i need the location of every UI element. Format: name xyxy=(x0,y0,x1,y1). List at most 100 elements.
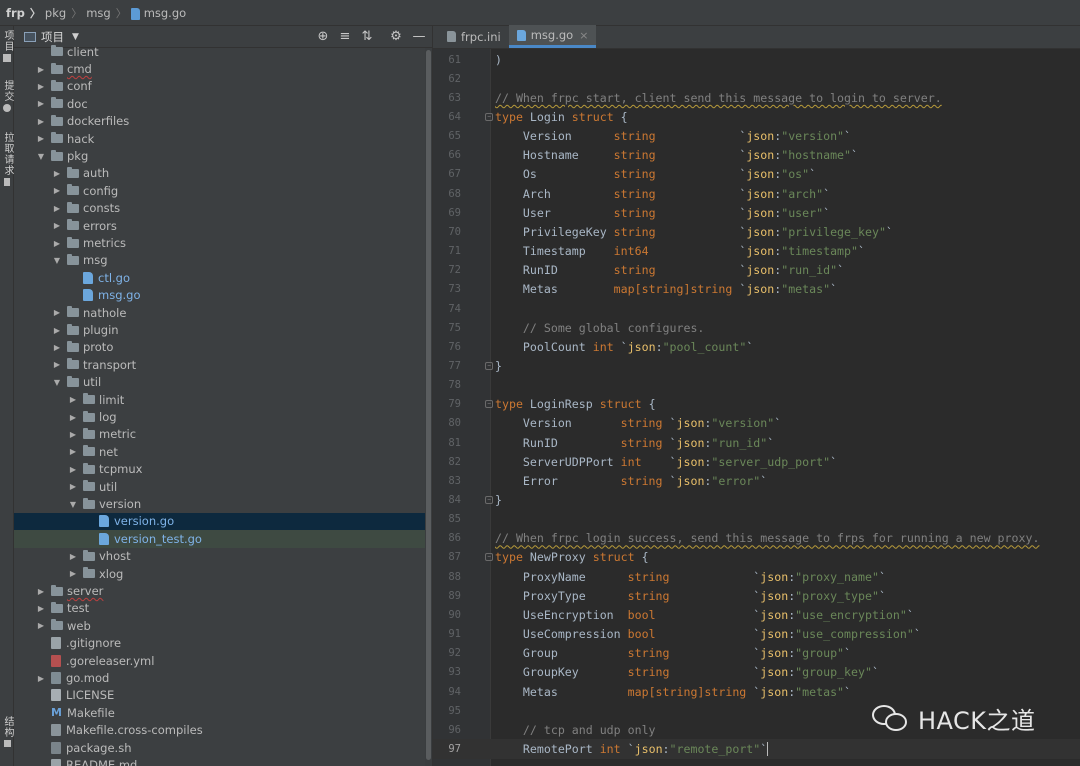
breadcrumb-item[interactable]: msg.go xyxy=(130,6,186,20)
chevron-right-icon[interactable]: ▶ xyxy=(52,169,62,178)
code-line[interactable]: 77 −} xyxy=(433,356,1080,375)
code-line[interactable]: 94 Metas map[string]string `json:"metas"… xyxy=(433,682,1080,701)
code-line[interactable]: 68 Arch string `json:"arch"` xyxy=(433,184,1080,203)
fold-marker-icon[interactable]: − xyxy=(485,113,493,121)
structure-tool-tab[interactable]: 结构 xyxy=(1,716,13,747)
chevron-right-icon[interactable]: ▶ xyxy=(36,674,46,683)
code-line[interactable]: 86 // When frpc login success, send this … xyxy=(433,529,1080,548)
code-line[interactable]: 69 User string `json:"user"` xyxy=(433,203,1080,222)
fold-marker-icon[interactable]: − xyxy=(485,400,493,409)
code-line[interactable]: 73 Metas map[string]string `json:"metas"… xyxy=(433,280,1080,299)
tree-folder-item[interactable]: ▶ net xyxy=(14,443,432,460)
tree-folder-item[interactable]: ▶ web xyxy=(14,617,432,634)
code-line[interactable]: 85 xyxy=(433,510,1080,529)
fold-marker-icon[interactable]: − xyxy=(485,496,493,504)
chevron-down-icon[interactable]: ▼ xyxy=(68,500,78,509)
chevron-right-icon[interactable]: ▶ xyxy=(52,221,62,230)
chevron-down-icon[interactable]: ▼ xyxy=(36,152,46,161)
chevron-right-icon[interactable]: ▶ xyxy=(68,569,78,578)
code-line[interactable]: 87 − type NewProxy struct { xyxy=(433,548,1080,567)
tree-folder-item[interactable]: ▼ version xyxy=(14,495,432,512)
code-line[interactable]: 76 PoolCount int `json:"pool_count"` xyxy=(433,337,1080,356)
tree-file-item[interactable]: ▶.goreleaser.yml xyxy=(14,652,432,669)
chevron-right-icon[interactable]: ▶ xyxy=(52,239,62,248)
tree-file-item[interactable]: ▶MMakefile xyxy=(14,704,432,721)
tree-folder-item[interactable]: ▶client xyxy=(14,43,432,60)
chevron-right-icon[interactable]: ▶ xyxy=(68,447,78,456)
fold-marker-icon[interactable]: − xyxy=(485,553,493,562)
code-line[interactable]: 89 ProxyType string `json:"proxy_type"` xyxy=(433,586,1080,605)
chevron-right-icon[interactable]: ▶ xyxy=(36,587,46,596)
tree-folder-item[interactable]: ▶ dockerfiles xyxy=(14,113,432,130)
tree-file-item[interactable]: ▶LICENSE xyxy=(14,687,432,704)
breadcrumb-item[interactable]: pkg 〉 xyxy=(45,5,86,21)
chevron-right-icon[interactable]: ▶ xyxy=(52,326,62,335)
tree-folder-item[interactable]: ▶ metrics xyxy=(14,234,432,251)
code-line[interactable]: 63 // When frpc start, client send this m… xyxy=(433,88,1080,107)
tree-file-item[interactable]: ▶package.sh xyxy=(14,739,432,756)
chevron-right-icon[interactable]: ▶ xyxy=(68,552,78,561)
tree-folder-item[interactable]: ▶ limit xyxy=(14,391,432,408)
code-line[interactable]: 65 Version string `json:"version"` xyxy=(433,127,1080,146)
chevron-right-icon[interactable]: ▶ xyxy=(52,360,62,369)
editor-tab[interactable]: msg.go × xyxy=(508,25,597,48)
editor-tab[interactable]: frpc.ini xyxy=(439,25,509,48)
chevron-right-icon[interactable]: ▶ xyxy=(36,134,46,143)
chevron-right-icon[interactable]: ▶ xyxy=(36,117,46,126)
code-line[interactable]: 75 // Some global configures. xyxy=(433,318,1080,337)
tree-folder-item[interactable]: ▶ test xyxy=(14,600,432,617)
chevron-right-icon[interactable]: ▶ xyxy=(36,65,46,74)
chevron-right-icon[interactable]: ▶ xyxy=(68,465,78,474)
tree-folder-item[interactable]: ▶ cmd xyxy=(14,60,432,77)
tree-folder-item[interactable]: ▶ config xyxy=(14,182,432,199)
code-line[interactable]: 62 xyxy=(433,69,1080,88)
code-line[interactable]: 97 RemotePort int `json:"remote_port"` xyxy=(433,739,1080,759)
tree-folder-item[interactable]: ▶ plugin xyxy=(14,321,432,338)
tree-folder-item[interactable]: ▶ consts xyxy=(14,200,432,217)
project-scrollbar-thumb[interactable] xyxy=(426,50,431,760)
tree-folder-item[interactable]: ▶ errors xyxy=(14,217,432,234)
code-line[interactable]: 66 Hostname string `json:"hostname"` xyxy=(433,146,1080,165)
chevron-right-icon[interactable]: ▶ xyxy=(36,621,46,630)
tree-file-item[interactable]: ▶README.md xyxy=(14,756,432,766)
tree-folder-item[interactable]: ▶ transport xyxy=(14,356,432,373)
tree-folder-item[interactable]: ▶ auth xyxy=(14,165,432,182)
code-line[interactable]: 70 PrivilegeKey string `json:"privilege_… xyxy=(433,222,1080,241)
code-line[interactable]: 82 ServerUDPPort int `json:"server_udp_p… xyxy=(433,452,1080,471)
tree-file-item[interactable]: ▶ go.mod xyxy=(14,669,432,686)
tree-folder-item[interactable]: ▶ conf xyxy=(14,78,432,95)
code-line[interactable]: 90 UseEncryption bool `json:"use_encrypt… xyxy=(433,605,1080,624)
close-icon[interactable]: × xyxy=(579,29,588,42)
chevron-right-icon[interactable]: ▶ xyxy=(52,204,62,213)
tree-folder-item[interactable]: ▶ log xyxy=(14,408,432,425)
tree-folder-item[interactable]: ▶ doc xyxy=(14,95,432,112)
fold-marker-icon[interactable]: − xyxy=(485,361,493,370)
tree-file-item[interactable]: ▶version_test.go xyxy=(14,530,432,548)
code-line[interactable]: 88 ProxyName string `json:"proxy_name"` xyxy=(433,567,1080,586)
tree-folder-item[interactable]: ▼ msg xyxy=(14,252,432,269)
tree-folder-item[interactable]: ▶ tcpmux xyxy=(14,461,432,478)
tree-folder-item[interactable]: ▶ proto xyxy=(14,339,432,356)
commit-tool-tab[interactable]: 提交 xyxy=(1,80,13,112)
code-line[interactable]: 72 RunID string `json:"run_id"` xyxy=(433,261,1080,280)
tree-folder-item[interactable]: ▶ metric xyxy=(14,426,432,443)
chevron-right-icon[interactable]: ▶ xyxy=(68,430,78,439)
tree-file-item[interactable]: ▶msg.go xyxy=(14,287,432,304)
tree-folder-item[interactable]: ▶ vhost xyxy=(14,548,432,565)
chevron-right-icon[interactable]: ▶ xyxy=(52,186,62,195)
code-line[interactable]: 71 Timestamp int64 `json:"timestamp"` xyxy=(433,242,1080,261)
code-line[interactable]: 74 xyxy=(433,299,1080,318)
chevron-right-icon[interactable]: ▶ xyxy=(52,343,62,352)
chevron-down-icon[interactable]: ▼ xyxy=(52,378,62,387)
tree-folder-item[interactable]: ▼ pkg xyxy=(14,147,432,164)
chevron-right-icon[interactable]: ▶ xyxy=(36,99,46,108)
chevron-right-icon[interactable]: ▶ xyxy=(36,604,46,613)
tree-folder-item[interactable]: ▶ xlog xyxy=(14,565,432,582)
tree-file-item[interactable]: ▶Makefile.cross-compiles xyxy=(14,722,432,739)
code-view[interactable]: 61) 62 63 // When frpc start, client send t… xyxy=(433,49,1080,766)
code-line[interactable]: 93 GroupKey string `json:"group_key"` xyxy=(433,663,1080,682)
code-line[interactable]: 91 UseCompression bool `json:"use_compre… xyxy=(433,625,1080,644)
chevron-down-icon[interactable]: ▼ xyxy=(52,256,62,265)
chevron-right-icon[interactable]: ▶ xyxy=(68,395,78,404)
code-line[interactable]: 61) xyxy=(433,50,1080,69)
